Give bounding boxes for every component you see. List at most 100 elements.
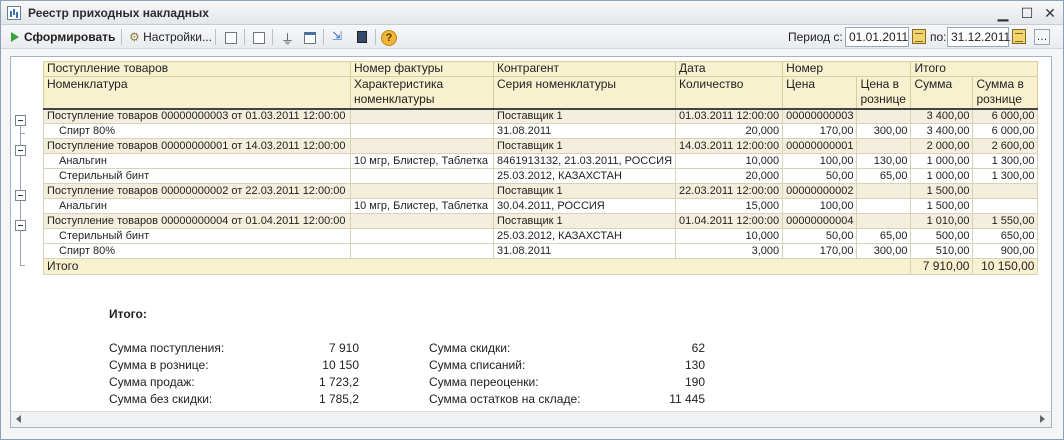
tree-line xyxy=(20,156,21,190)
settings-button[interactable]: ⚙ Настройки... xyxy=(129,28,212,46)
table-cell: 500,00 xyxy=(910,228,974,244)
filter-icon: ⏚ xyxy=(281,32,295,47)
table-row[interactable]: Стерильный бинт 25.03.2012, КАЗАХСТАН 10,0… xyxy=(43,228,1039,244)
summary-label: Сумма в рознице: xyxy=(109,358,209,372)
report-area[interactable]: Поступление товаров Номер фактуры Контра… xyxy=(10,56,1052,428)
table-cell: 8461913132, 21.03.2011, РОССИЯ xyxy=(492,153,677,169)
table-cell: Поставщик 1 xyxy=(492,108,677,124)
horizontal-scrollbar[interactable] xyxy=(11,411,1051,427)
table-cell: Поступление товаров 00000000003 от 01.03… xyxy=(43,108,351,124)
table-cell: 00000000004 xyxy=(782,213,858,229)
report-app-icon xyxy=(7,6,21,20)
table-cell: Поставщик 1 xyxy=(492,138,677,154)
summary-value: 1 785,2 xyxy=(318,392,359,406)
toolbar-separator xyxy=(323,29,324,45)
printer-icon xyxy=(225,32,237,44)
summary-label: Сумма продаж: xyxy=(109,375,195,389)
generate-button[interactable]: Сформировать xyxy=(11,28,115,46)
filter-button[interactable]: ⏚ xyxy=(277,28,295,47)
table-cell xyxy=(350,168,494,184)
table-cell: Поступление товаров 00000000001 от 14.03… xyxy=(43,138,351,154)
table-cell: 1 550,00 xyxy=(972,213,1039,229)
column-header: Дата xyxy=(675,61,784,77)
period-select-button[interactable]: … xyxy=(1034,29,1050,45)
scroll-left-icon[interactable] xyxy=(16,415,21,423)
print-button[interactable] xyxy=(221,28,239,46)
total-sum: 7 910,00 xyxy=(910,258,974,275)
minimize-button[interactable]: ▁ xyxy=(994,4,1012,22)
summary-value: 7 910 xyxy=(328,341,359,355)
table-cell: Поставщик 1 xyxy=(492,183,677,199)
table-cell: 01.04.2011 12:00:00 xyxy=(675,213,784,229)
table-cell: 15,000 xyxy=(675,198,784,214)
summary-value: 11 445 xyxy=(669,392,705,406)
table-cell: 650,00 xyxy=(972,228,1039,244)
table-cell xyxy=(972,183,1039,199)
table-cell xyxy=(856,138,912,154)
table-cell: 10,000 xyxy=(675,153,784,169)
collapse-group-icon[interactable] xyxy=(15,115,26,126)
table-cell: 14.03.2011 12:00:00 xyxy=(675,138,784,154)
group-row[interactable]: Поступление товаров 00000000004 от 01.04… xyxy=(43,213,1039,229)
table-cell xyxy=(350,138,494,154)
close-button[interactable]: ✕ xyxy=(1041,4,1059,22)
calendar-icon[interactable] xyxy=(1012,29,1026,44)
table-cell: 170,00 xyxy=(782,123,858,139)
toolbar-separator xyxy=(215,29,216,45)
table-cell: 20,000 xyxy=(675,168,784,184)
table-cell: Поступление товаров 00000000002 от 22.03… xyxy=(43,183,351,199)
table-row[interactable]: Анальгин 10 мгр, Блистер, Таблетка 30.04.2… xyxy=(43,198,1039,214)
table-cell: Анальгин xyxy=(43,198,351,214)
maximize-button[interactable]: ☐ xyxy=(1018,4,1036,22)
group-row[interactable]: Поступление товаров 00000000003 от 01.03… xyxy=(43,108,1039,124)
period-from-field[interactable]: 01.01.2011 xyxy=(845,27,909,47)
table-cell: 100,00 xyxy=(782,198,858,214)
table-cell: 2 000,00 xyxy=(910,138,974,154)
table-cell: 2 600,00 xyxy=(972,138,1039,154)
help-icon: ? xyxy=(381,30,397,46)
table-cell xyxy=(350,108,494,124)
report-table: Поступление товаров Номер фактуры Контра… xyxy=(42,61,1039,275)
table-row[interactable]: Анальгин 10 мгр, Блистер, Таблетка 8461913… xyxy=(43,153,1039,169)
tree-line xyxy=(20,201,21,220)
collapse-group-icon[interactable] xyxy=(15,220,26,231)
period-to-field[interactable]: 31.12.2011 xyxy=(947,27,1010,47)
table-row[interactable]: Спирт 80% 31.08.2011 3,000 170,00 300,00 510,… xyxy=(43,243,1039,259)
table-cell xyxy=(972,198,1039,214)
total-row: Итого 7 910,00 10 150,00 xyxy=(42,258,1039,275)
table-cell: 1 000,00 xyxy=(910,168,974,184)
table-cell xyxy=(350,243,494,259)
table-cell: 170,00 xyxy=(782,243,858,259)
chart-view-button[interactable] xyxy=(249,28,267,46)
scroll-right-icon[interactable] xyxy=(1040,415,1045,423)
load-settings-button[interactable]: ⇲ xyxy=(329,28,347,46)
summary-value: 190 xyxy=(684,375,705,389)
report-window: Реестр приходных накладных ▁ ☐ ✕ Сформир… xyxy=(0,0,1064,440)
window-title: Реестр приходных накладных xyxy=(28,6,209,20)
toolbar-separator xyxy=(375,29,376,45)
column-header: Характеристика номенклатуры xyxy=(350,76,494,110)
collapse-group-icon[interactable] xyxy=(15,145,26,156)
summary-label: Сумма остатков на складе: xyxy=(429,392,581,406)
table-cell: Анальгин xyxy=(43,153,351,169)
table-view-button[interactable] xyxy=(300,28,318,46)
header-row-1: Поступление товаров Номер фактуры Контра… xyxy=(43,61,1039,77)
collapse-group-icon[interactable] xyxy=(15,190,26,201)
settings-label: Настройки... xyxy=(143,30,212,44)
table-cell: 1 000,00 xyxy=(910,153,974,169)
save-settings-button[interactable] xyxy=(352,28,370,46)
calendar-icon[interactable] xyxy=(912,29,926,44)
table-cell xyxy=(856,183,912,199)
column-header: Номенклатура xyxy=(43,76,351,110)
table-row[interactable]: Спирт 80% 31.08.2011 20,000 170,00 300,00 3 4… xyxy=(43,123,1039,139)
table-cell: 25.03.2012, КАЗАХСТАН xyxy=(492,228,677,244)
table-cell: Поступление товаров 00000000004 от 01.04… xyxy=(43,213,351,229)
column-header: Поступление товаров xyxy=(43,61,351,77)
table-row[interactable]: Стерильный бинт 25.03.2012, КАЗАХСТАН 20,0… xyxy=(43,168,1039,184)
group-row[interactable]: Поступление товаров 00000000002 от 22.03… xyxy=(43,183,1039,199)
group-row[interactable]: Поступление товаров 00000000001 от 14.03… xyxy=(43,138,1039,154)
help-button[interactable]: ? xyxy=(379,28,397,46)
save-icon xyxy=(357,31,367,43)
table-cell: 65,00 xyxy=(856,168,912,184)
generate-label: Сформировать xyxy=(24,30,116,44)
